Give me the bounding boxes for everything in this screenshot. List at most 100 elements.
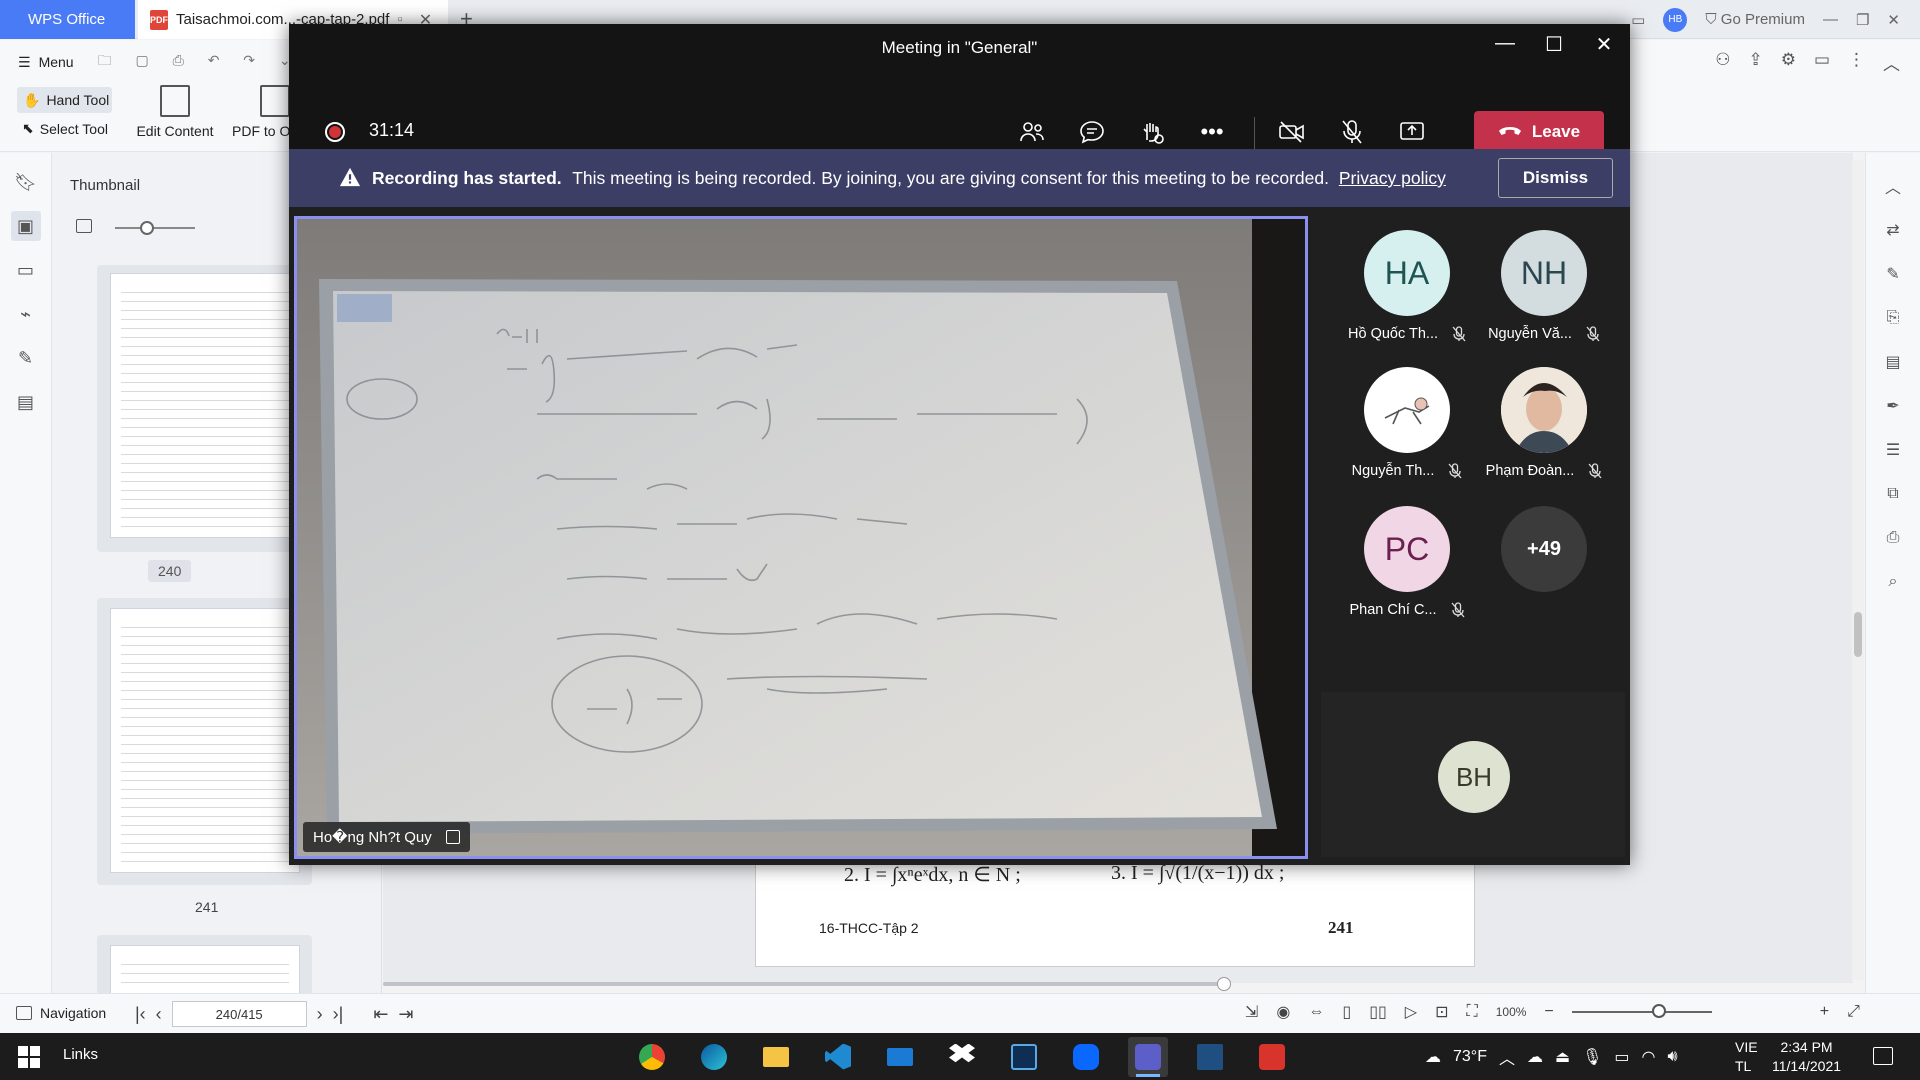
presenter-name-chip[interactable]: Ho�ng Nh?t Quy	[303, 822, 470, 852]
print-icon[interactable]: ⎙	[1882, 527, 1904, 549]
close-window-icon[interactable]: ✕	[1584, 32, 1624, 57]
actual-size-icon[interactable]: ⊡	[1435, 1002, 1448, 1022]
zoom-out-icon[interactable]: −	[1544, 1003, 1553, 1021]
search-zoom-icon[interactable]: ⌕	[1882, 571, 1904, 593]
select-tool-button[interactable]: ⬉ Select Tool	[22, 120, 108, 137]
pdf-to-office-button[interactable]: PDF to Of	[232, 85, 294, 139]
pin-icon[interactable]	[445, 830, 460, 844]
zoom-slider-knob[interactable]	[1651, 1004, 1666, 1018]
prev-page-icon[interactable]: ‹	[156, 1004, 162, 1025]
reactions-icon[interactable]	[1135, 115, 1169, 149]
comment-icon[interactable]: ▭	[1814, 50, 1830, 75]
microphone-icon[interactable]: 🎙︎	[1582, 1047, 1602, 1067]
horizontal-scroll-knob[interactable]	[1217, 977, 1231, 991]
next-page-icon[interactable]: ›	[317, 1004, 323, 1025]
more-options-icon[interactable]: •••	[1195, 115, 1229, 149]
vertical-scroll-thumb[interactable]	[1854, 612, 1862, 657]
go-premium-link[interactable]: ⛉ Go Premium	[1705, 11, 1805, 28]
page-number-input[interactable]: 240/415	[171, 1001, 307, 1027]
mic-off-icon[interactable]	[1335, 115, 1369, 149]
clock[interactable]: 2:34 PM 11/14/2021	[1772, 1038, 1841, 1076]
thumbnail-page[interactable]	[110, 273, 300, 538]
chevron-up-icon[interactable]: ︿	[1499, 1045, 1515, 1069]
weather-icon[interactable]: ☁	[1425, 1047, 1441, 1067]
collapse-up-icon[interactable]: ︿	[1882, 175, 1904, 197]
participant-tile[interactable]: HA Hồ Quốc Th...	[1347, 230, 1467, 342]
battery-icon[interactable]: ▭	[1614, 1047, 1629, 1067]
zalo-icon[interactable]	[1066, 1037, 1106, 1077]
annotation-icon[interactable]: ▭	[11, 255, 41, 285]
participant-tile[interactable]: Nguyễn Th...	[1347, 367, 1467, 479]
links-toolbar[interactable]: Links	[63, 1046, 98, 1063]
compare-icon[interactable]: ⧉	[1882, 483, 1904, 505]
teams-icon[interactable]	[1128, 1036, 1168, 1077]
collapse-icon[interactable]: ︿	[1883, 50, 1900, 75]
dismiss-button[interactable]: Dismiss	[1498, 158, 1613, 198]
share-user-icon[interactable]: ⚇	[1715, 50, 1730, 75]
edit-icon[interactable]: ✎	[1882, 263, 1904, 285]
privacy-policy-link[interactable]: Privacy policy	[1339, 168, 1446, 188]
signature-icon[interactable]: ✎	[11, 343, 41, 373]
zoom-level[interactable]: 100%	[1496, 1005, 1527, 1019]
more-icon[interactable]: ⋮	[1848, 50, 1865, 75]
menu-button[interactable]: ☰ Menu 🗀 ▢ ⎙ ↶ ↷ ⌄	[18, 50, 301, 74]
edit-content-button[interactable]: Edit Content	[135, 85, 215, 139]
dropbox-icon[interactable]	[942, 1037, 982, 1077]
participant-tile[interactable]: NH Nguyễn Vă...	[1484, 230, 1604, 342]
weather-temp[interactable]: 73°F	[1453, 1048, 1487, 1066]
chat-icon[interactable]	[1075, 115, 1109, 149]
usb-icon[interactable]: ⏏	[1555, 1047, 1570, 1067]
participant-tile[interactable]: PC Phan Chí C...	[1347, 506, 1467, 618]
more-participants-tile[interactable]: +49	[1484, 506, 1604, 592]
file-explorer-icon[interactable]	[756, 1037, 796, 1077]
forward-icon[interactable]: ⇥	[398, 1004, 413, 1025]
share-icon[interactable]: ⇪	[1748, 50, 1762, 75]
bluetooth-app-icon[interactable]	[1004, 1037, 1044, 1077]
thumbnail-icon[interactable]: ▣	[10, 211, 41, 241]
fit-width-icon[interactable]: ⇔	[1308, 1003, 1324, 1021]
wifi-icon[interactable]: ◠	[1642, 1047, 1656, 1067]
export-page-icon[interactable]: ⇲	[1245, 1002, 1258, 1022]
user-avatar[interactable]: HB	[1663, 7, 1688, 32]
chrome-icon[interactable]	[632, 1037, 672, 1077]
zoom-slider[interactable]	[1571, 1004, 1712, 1018]
back-icon[interactable]: ⇤	[373, 1004, 388, 1025]
vertical-scrollbar[interactable]	[1852, 160, 1864, 980]
thumbnail-page[interactable]	[110, 945, 300, 995]
notifications-icon[interactable]	[1873, 1047, 1893, 1065]
thumbnail-size-slider[interactable]	[115, 227, 195, 229]
thumbnail-slider-knob[interactable]	[140, 221, 154, 235]
vscode-icon[interactable]	[818, 1037, 858, 1077]
thumbnail-page[interactable]	[110, 608, 300, 873]
windows-start-icon[interactable]	[18, 1046, 40, 1068]
devc-icon[interactable]	[1190, 1037, 1230, 1077]
main-video-tile[interactable]: Ho�ng Nh?t Quy	[294, 216, 1308, 859]
minimize-icon[interactable]: —	[1823, 11, 1838, 28]
list-icon[interactable]: ☰	[1882, 439, 1904, 461]
maximize-icon[interactable]: ☐	[1534, 32, 1574, 57]
zoom-in-icon[interactable]: +	[1820, 1003, 1829, 1021]
pen-icon[interactable]: ✒	[1882, 395, 1904, 417]
last-page-icon[interactable]: ›|	[333, 1004, 344, 1025]
onedrive-icon[interactable]: ☁	[1527, 1047, 1543, 1067]
wps-home-tab[interactable]: WPS Office	[0, 0, 135, 39]
volume-icon[interactable]: 🔊︎	[1668, 1048, 1678, 1066]
review-icon[interactable]: ▤	[1882, 351, 1904, 373]
eye-icon[interactable]: ◉	[1276, 1002, 1290, 1022]
horizontal-scrollbar[interactable]	[383, 982, 1228, 986]
navigation-toggle[interactable]: Navigation	[16, 1005, 106, 1021]
export-icon[interactable]: ⎘	[1882, 307, 1904, 329]
play-icon[interactable]: ▷	[1405, 1002, 1417, 1022]
hand-tool-button[interactable]: ✋ Hand Tool	[17, 87, 112, 113]
input-language[interactable]: VIE TL	[1735, 1038, 1758, 1076]
form-icon[interactable]: ▤	[11, 387, 41, 417]
fullscreen-icon[interactable]: ⤢	[1847, 1003, 1860, 1021]
quick-access-icons[interactable]: 🗀 ▢ ⎙ ↶ ↷ ⌄	[98, 50, 301, 74]
convert-icon[interactable]: ⇄	[1882, 219, 1904, 241]
leave-button[interactable]: Leave	[1474, 111, 1604, 153]
edge-icon[interactable]	[694, 1037, 734, 1077]
participants-icon[interactable]	[1015, 115, 1049, 149]
share-screen-icon[interactable]	[1395, 115, 1429, 149]
layout-icon[interactable]: ▭	[1631, 11, 1645, 29]
camera-off-icon[interactable]	[1275, 115, 1309, 149]
